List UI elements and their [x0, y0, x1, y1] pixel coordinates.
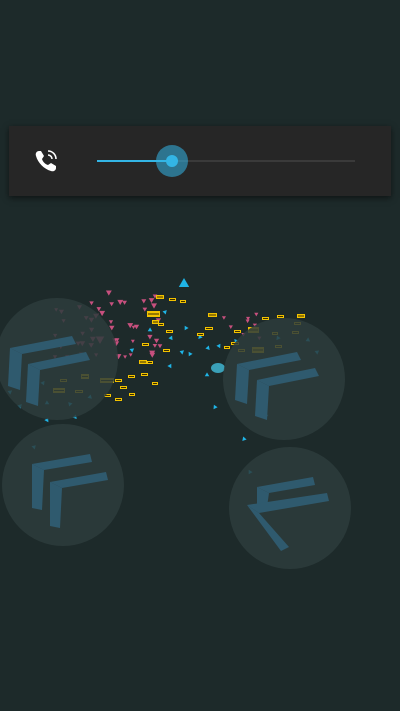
game-screen[interactable]: [0, 0, 400, 711]
score-tag-mark: [159, 324, 163, 325]
player-bullet: [184, 325, 189, 331]
score-tag-mark: [148, 362, 152, 363]
enemy-particle: [123, 355, 127, 359]
score-tag-mark: [153, 383, 157, 384]
player-bullet: [179, 350, 184, 355]
score-tag-mark: [153, 321, 158, 323]
enemy-particle: [122, 300, 127, 305]
score-tag-mark: [164, 350, 169, 351]
player-ship: [178, 278, 190, 287]
enemy-particle: [147, 334, 153, 340]
score-tag-mark: [167, 331, 172, 332]
volume-slider-thumb[interactable]: [166, 155, 178, 167]
player-bullet: [167, 363, 172, 369]
score-tag-mark: [181, 301, 185, 302]
score-tag-mark: [157, 296, 163, 298]
enemy-particle: [151, 303, 157, 309]
player-bullet: [204, 372, 210, 377]
volume-panel: [9, 126, 391, 196]
score-tag-mark: [170, 299, 175, 300]
score-tag-mark: [143, 344, 148, 345]
player-bullet: [168, 335, 173, 341]
player-bullet: [205, 345, 210, 350]
chevron-icon: [247, 477, 329, 551]
score-tag-mark: [121, 387, 126, 388]
left-bottom-joystick[interactable]: [2, 424, 124, 546]
chevron-icon: [32, 454, 108, 528]
score-tag-mark: [130, 394, 134, 395]
player-bullet: [129, 348, 135, 353]
enemy-particle: [148, 298, 155, 303]
enemy-particle: [153, 338, 160, 344]
left-top-joystick[interactable]: [0, 298, 118, 420]
enemy-particle: [141, 299, 147, 304]
volume-slider[interactable]: [97, 145, 355, 177]
enemy-particle: [131, 325, 136, 330]
enemy-particle: [157, 344, 163, 349]
enemy-particle: [152, 344, 158, 348]
score-tag-mark: [142, 374, 147, 375]
enemy-particle: [128, 353, 133, 357]
score-tag-mark: [209, 314, 216, 316]
score-tag-mark: [198, 334, 203, 335]
right-top-joystick[interactable]: [223, 318, 345, 440]
score-tag-mark: [129, 376, 134, 377]
player-bullet: [162, 310, 167, 315]
chevron-icon: [8, 336, 90, 406]
enemy-particle: [117, 299, 124, 305]
enemy-particle: [130, 339, 135, 344]
enemy-particle: [254, 312, 259, 317]
player-bullet: [147, 327, 153, 332]
score-tag-mark: [140, 361, 146, 363]
score-tag-mark: [206, 328, 212, 329]
score-tag-mark: [298, 315, 304, 317]
phone-call-icon: [35, 150, 57, 172]
player-bullet: [188, 351, 193, 357]
enemy-particle: [142, 307, 148, 312]
enemy-particle: [127, 323, 134, 329]
player-bullet: [213, 404, 218, 410]
score-tag-mark: [278, 316, 283, 317]
chevron-icon: [235, 352, 319, 420]
right-bottom-joystick[interactable]: [229, 447, 351, 569]
player-bullet: [216, 343, 221, 349]
enemy-particle: [105, 290, 112, 296]
score-tag-mark: [148, 313, 159, 315]
